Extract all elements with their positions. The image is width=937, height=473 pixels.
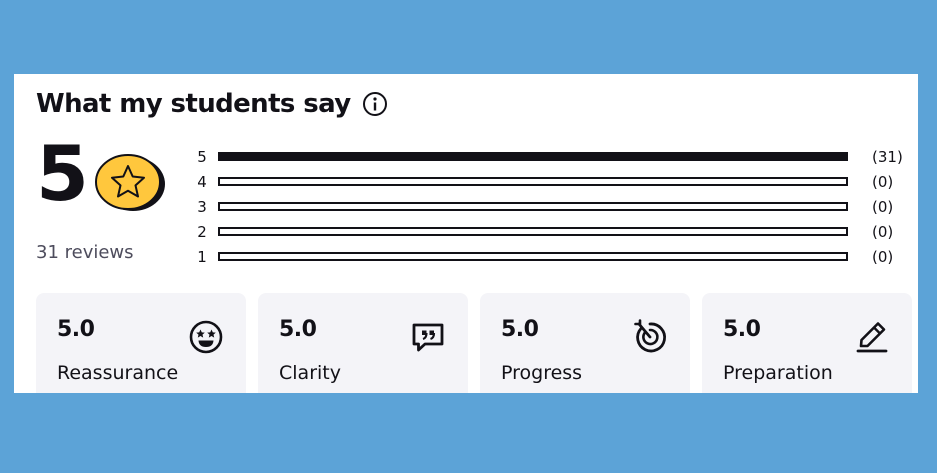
rating-bar [218,152,848,161]
category-label: Reassurance [57,362,179,384]
rating-row-count: (0) [872,248,894,266]
star-struck-face-icon [188,319,224,355]
rating-row-label: 3 [197,198,207,216]
category-preparation: 5.0 Preparation [702,293,912,393]
category-score: 5.0 [723,317,761,342]
reviews-card: What my students say 5 31 reviews 5 (31)… [14,74,918,393]
rating-bar [218,227,848,236]
rating-row-count: (31) [872,148,903,166]
category-ratings: 5.0 Reassurance 5.0 Clarity 5.0 Progress… [36,293,918,393]
category-label: Preparation [723,362,833,384]
rating-bar [218,252,848,261]
rating-row-5: 5 (31) [14,146,918,171]
rating-row-label: 4 [197,173,207,191]
section-title: What my students say [36,89,351,119]
rating-row-3: 3 (0) [14,196,918,221]
rating-row-2: 2 (0) [14,221,918,246]
rating-row-label: 1 [197,248,207,266]
rating-row-label: 2 [197,223,207,241]
rating-row-count: (0) [872,173,894,191]
category-reassurance: 5.0 Reassurance [36,293,246,393]
category-clarity: 5.0 Clarity [258,293,468,393]
speech-bubble-quote-icon [410,319,446,355]
category-label: Progress [501,362,583,384]
rating-row-count: (0) [872,198,894,216]
rating-row-1: 1 (0) [14,246,918,271]
rating-bar [218,177,848,186]
target-arrow-icon [632,319,668,355]
rating-row-label: 5 [197,148,207,166]
category-score: 5.0 [279,317,317,342]
category-score: 5.0 [501,317,539,342]
pencil-icon [854,319,890,355]
rating-bar-fill [220,154,846,159]
category-label: Clarity [279,362,341,384]
category-score: 5.0 [57,317,95,342]
category-progress: 5.0 Progress [480,293,690,393]
rating-bar [218,202,848,211]
rating-row-count: (0) [872,223,894,241]
info-icon[interactable] [361,90,389,118]
rating-row-4: 4 (0) [14,171,918,196]
title-row: What my students say [36,86,389,122]
